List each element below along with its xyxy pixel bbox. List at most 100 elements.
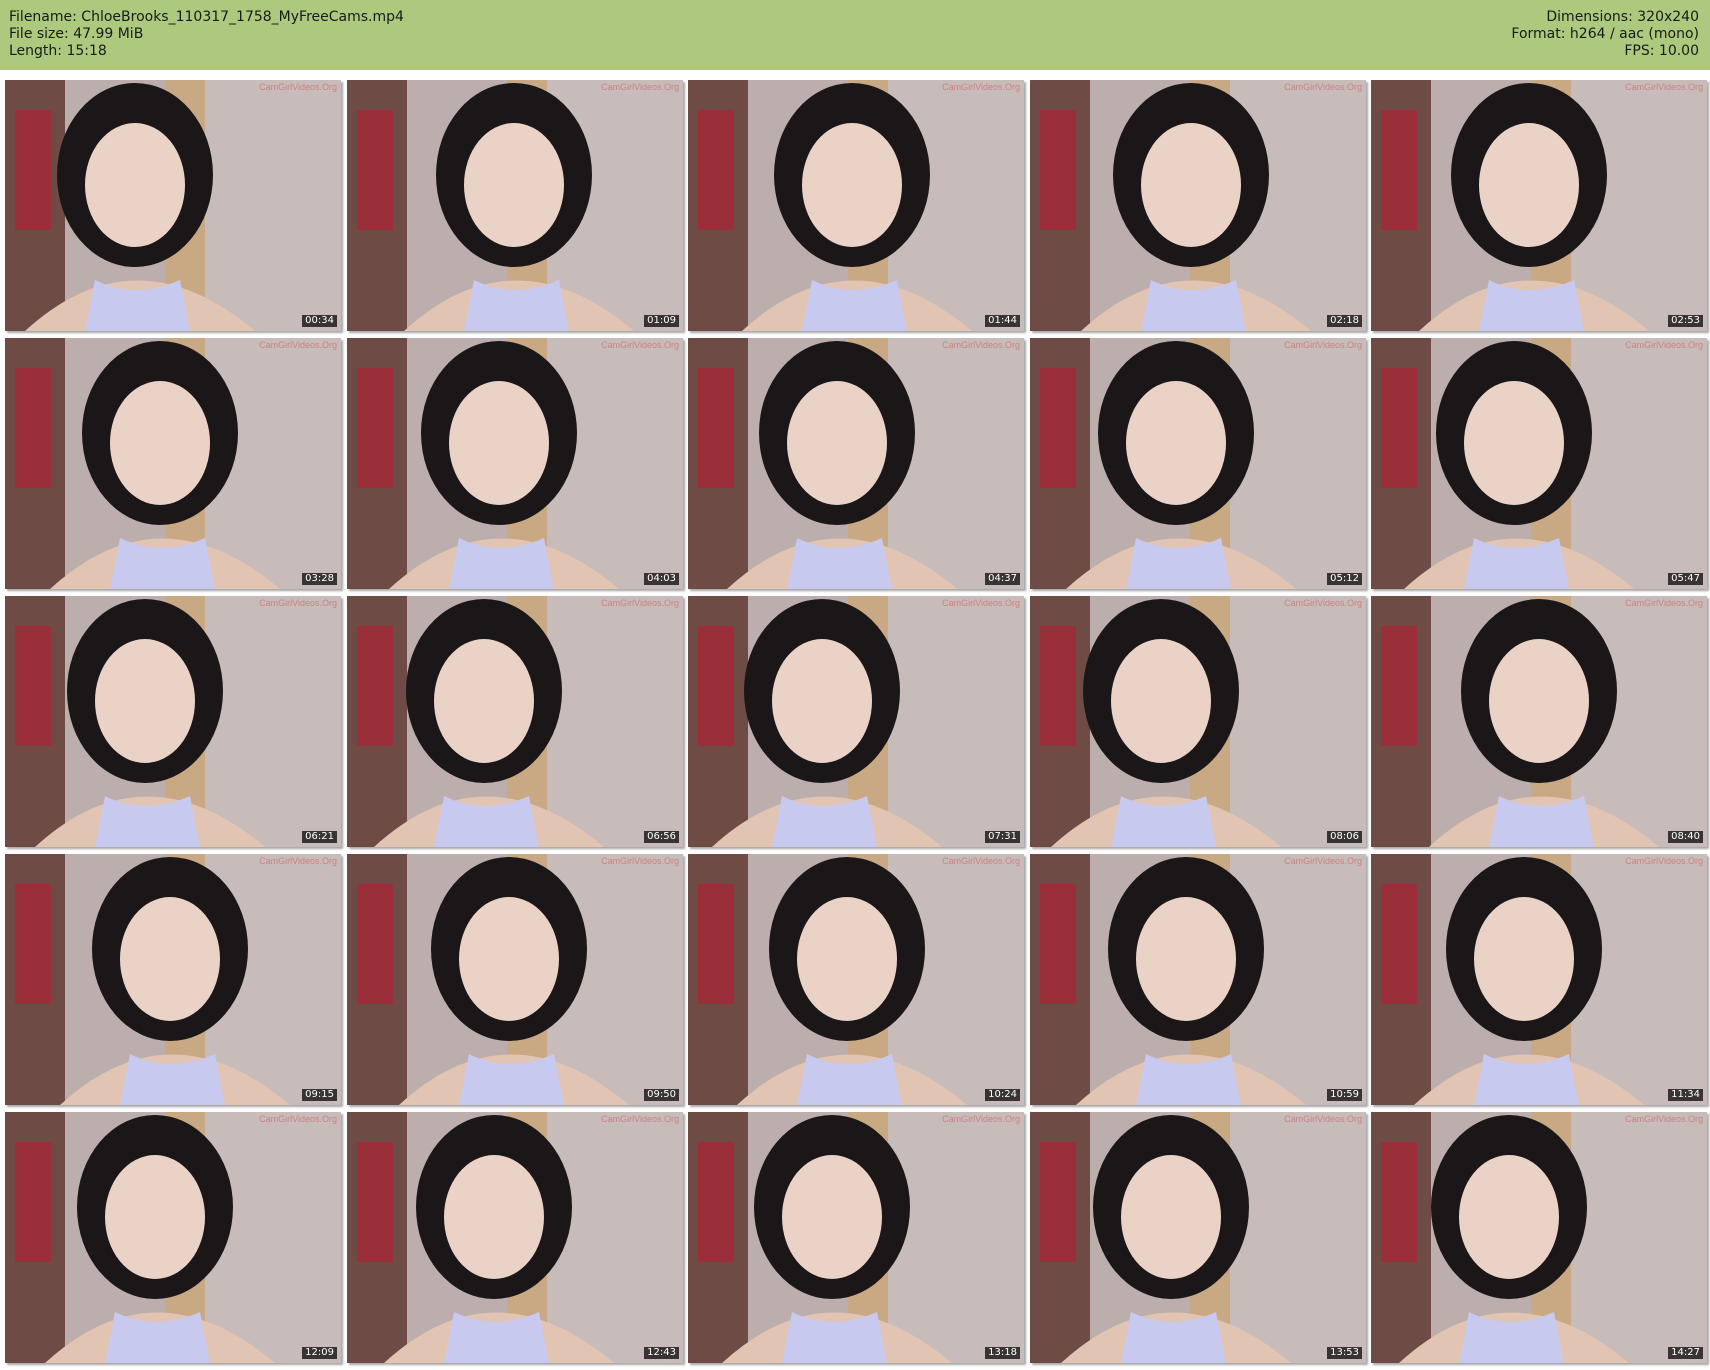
thumbnail-timestamp: 09:50 (644, 1089, 679, 1101)
watermark-text: CamGirlVideos.Org (1284, 856, 1362, 866)
thumbnail-timestamp: 01:09 (644, 315, 679, 327)
thumbnail-timestamp: 13:53 (1327, 1347, 1362, 1359)
frame-image (1371, 854, 1707, 1105)
video-thumbnail[interactable]: CamGirlVideos.Org 12:09 (5, 1112, 341, 1363)
dimensions-text: Dimensions: 320x240 (1546, 9, 1699, 25)
frame-image (5, 80, 341, 331)
watermark-text: CamGirlVideos.Org (1284, 1114, 1362, 1124)
thumbnail-timestamp: 10:24 (985, 1089, 1020, 1101)
watermark-text: CamGirlVideos.Org (259, 856, 337, 866)
video-thumbnail[interactable]: CamGirlVideos.Org 09:15 (5, 854, 341, 1105)
watermark-text: CamGirlVideos.Org (601, 82, 679, 92)
thumbnail-timestamp: 05:47 (1668, 573, 1703, 585)
video-thumbnail[interactable]: CamGirlVideos.Org 04:03 (347, 338, 683, 589)
video-thumbnail[interactable]: CamGirlVideos.Org 05:47 (1371, 338, 1707, 589)
video-thumbnail[interactable]: CamGirlVideos.Org 03:28 (5, 338, 341, 589)
thumbnail-timestamp: 08:40 (1668, 831, 1703, 843)
thumbnail-timestamp: 01:44 (985, 315, 1020, 327)
frame-image (1030, 854, 1366, 1105)
thumbnail-timestamp: 03:28 (302, 573, 337, 585)
watermark-text: CamGirlVideos.Org (1625, 1114, 1703, 1124)
frame-image (688, 80, 1024, 331)
filename-text: Filename: ChloeBrooks_110317_1758_MyFree… (9, 9, 404, 25)
thumbnail-timestamp: 09:15 (302, 1089, 337, 1101)
info-header: Filename: ChloeBrooks_110317_1758_MyFree… (0, 0, 1710, 70)
video-thumbnail[interactable]: CamGirlVideos.Org 09:50 (347, 854, 683, 1105)
video-thumbnail[interactable]: CamGirlVideos.Org 14:27 (1371, 1112, 1707, 1363)
video-thumbnail[interactable]: CamGirlVideos.Org 06:21 (5, 596, 341, 847)
watermark-text: CamGirlVideos.Org (942, 598, 1020, 608)
frame-image (5, 1112, 341, 1363)
watermark-text: CamGirlVideos.Org (942, 856, 1020, 866)
video-thumbnail[interactable]: CamGirlVideos.Org 01:44 (688, 80, 1024, 331)
watermark-text: CamGirlVideos.Org (1284, 82, 1362, 92)
watermark-text: CamGirlVideos.Org (259, 340, 337, 350)
video-thumbnail[interactable]: CamGirlVideos.Org 08:40 (1371, 596, 1707, 847)
watermark-text: CamGirlVideos.Org (1625, 856, 1703, 866)
thumbnail-timestamp: 05:12 (1327, 573, 1362, 585)
watermark-text: CamGirlVideos.Org (1625, 340, 1703, 350)
thumbnail-timestamp: 06:21 (302, 831, 337, 843)
frame-image (1371, 338, 1707, 589)
file-info-right: Dimensions: 320x240 Format: h264 / aac (… (1511, 9, 1699, 60)
watermark-text: CamGirlVideos.Org (942, 340, 1020, 350)
frame-image (347, 338, 683, 589)
thumbnail-timestamp: 12:43 (644, 1347, 679, 1359)
thumbnail-timestamp: 04:03 (644, 573, 679, 585)
format-text: Format: h264 / aac (mono) (1511, 26, 1699, 42)
video-thumbnail[interactable]: CamGirlVideos.Org 10:59 (1030, 854, 1366, 1105)
watermark-text: CamGirlVideos.Org (1284, 598, 1362, 608)
thumbnail-timestamp: 02:53 (1668, 315, 1703, 327)
thumbnail-timestamp: 08:06 (1327, 831, 1362, 843)
watermark-text: CamGirlVideos.Org (942, 82, 1020, 92)
frame-image (1371, 80, 1707, 331)
thumbnail-timestamp: 12:09 (302, 1347, 337, 1359)
video-thumbnail[interactable]: CamGirlVideos.Org 12:43 (347, 1112, 683, 1363)
frame-image (5, 596, 341, 847)
file-info-left: Filename: ChloeBrooks_110317_1758_MyFree… (9, 9, 404, 60)
watermark-text: CamGirlVideos.Org (259, 1114, 337, 1124)
thumbnail-timestamp: 11:34 (1668, 1089, 1703, 1101)
frame-image (688, 596, 1024, 847)
frame-image (5, 854, 341, 1105)
thumbnail-timestamp: 13:18 (985, 1347, 1020, 1359)
video-thumbnail[interactable]: CamGirlVideos.Org 01:09 (347, 80, 683, 331)
watermark-text: CamGirlVideos.Org (601, 598, 679, 608)
video-thumbnail[interactable]: CamGirlVideos.Org 04:37 (688, 338, 1024, 589)
frame-image (1030, 596, 1366, 847)
frame-image (1371, 596, 1707, 847)
filesize-text: File size: 47.99 MiB (9, 26, 144, 42)
thumbnail-timestamp: 06:56 (644, 831, 679, 843)
watermark-text: CamGirlVideos.Org (1625, 598, 1703, 608)
watermark-text: CamGirlVideos.Org (601, 1114, 679, 1124)
video-thumbnail[interactable]: CamGirlVideos.Org 08:06 (1030, 596, 1366, 847)
thumbnail-timestamp: 00:34 (302, 315, 337, 327)
frame-image (347, 854, 683, 1105)
watermark-text: CamGirlVideos.Org (259, 598, 337, 608)
frame-image (1371, 1112, 1707, 1363)
video-thumbnail[interactable]: CamGirlVideos.Org 06:56 (347, 596, 683, 847)
thumbnail-grid: CamGirlVideos.Org 00:34 CamGirlVideos.Org 0… (5, 80, 1707, 1368)
watermark-text: CamGirlVideos.Org (259, 82, 337, 92)
thumbnail-timestamp: 10:59 (1327, 1089, 1362, 1101)
video-thumbnail[interactable]: CamGirlVideos.Org 07:31 (688, 596, 1024, 847)
frame-image (5, 338, 341, 589)
watermark-text: CamGirlVideos.Org (601, 340, 679, 350)
frame-image (688, 854, 1024, 1105)
video-thumbnail[interactable]: CamGirlVideos.Org 10:24 (688, 854, 1024, 1105)
thumbnail-timestamp: 04:37 (985, 573, 1020, 585)
video-thumbnail[interactable]: CamGirlVideos.Org 02:53 (1371, 80, 1707, 331)
length-text: Length: 15:18 (9, 43, 107, 59)
watermark-text: CamGirlVideos.Org (942, 1114, 1020, 1124)
video-thumbnail[interactable]: CamGirlVideos.Org 13:53 (1030, 1112, 1366, 1363)
video-thumbnail[interactable]: CamGirlVideos.Org 11:34 (1371, 854, 1707, 1105)
frame-image (1030, 80, 1366, 331)
video-thumbnail[interactable]: CamGirlVideos.Org 05:12 (1030, 338, 1366, 589)
frame-image (688, 338, 1024, 589)
frame-image (1030, 1112, 1366, 1363)
thumbnail-timestamp: 14:27 (1668, 1347, 1703, 1359)
video-thumbnail[interactable]: CamGirlVideos.Org 13:18 (688, 1112, 1024, 1363)
video-thumbnail[interactable]: CamGirlVideos.Org 02:18 (1030, 80, 1366, 331)
video-thumbnail[interactable]: CamGirlVideos.Org 00:34 (5, 80, 341, 331)
frame-image (1030, 338, 1366, 589)
